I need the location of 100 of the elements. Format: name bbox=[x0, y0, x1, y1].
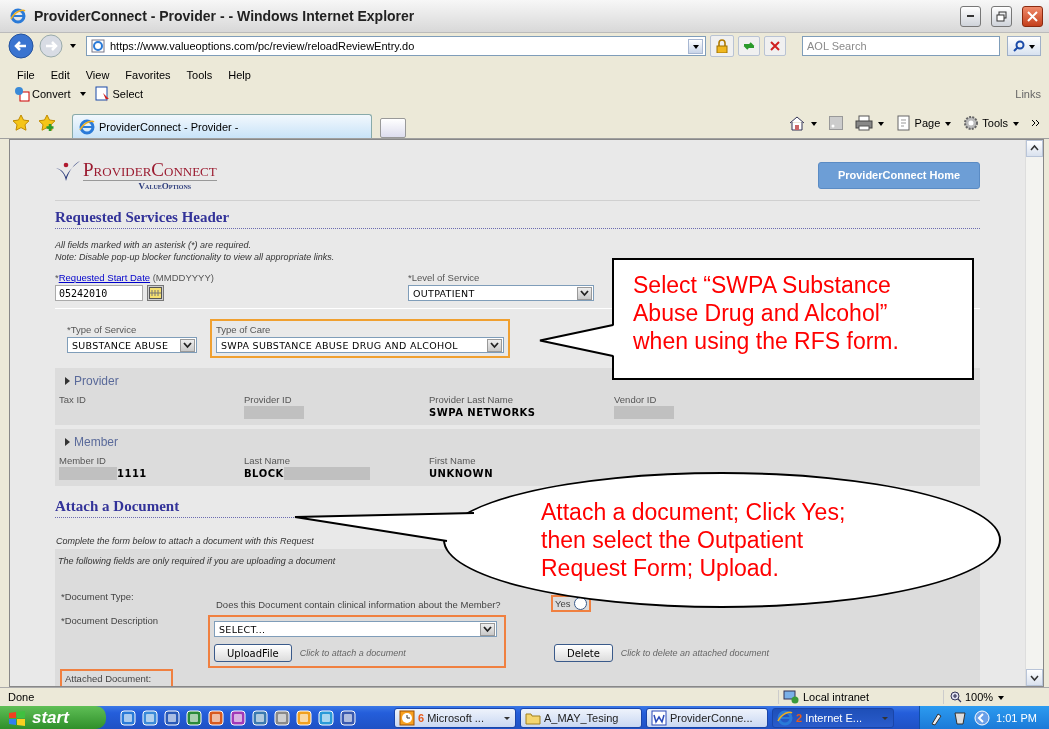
network-icon bbox=[783, 690, 799, 705]
scroll-up-button[interactable] bbox=[1026, 140, 1043, 158]
app-icon[interactable] bbox=[208, 709, 224, 726]
refresh-button[interactable] bbox=[738, 36, 760, 57]
field-label: *Document Description bbox=[60, 615, 160, 627]
collapse-icon[interactable] bbox=[974, 709, 991, 726]
home-icon bbox=[787, 115, 806, 132]
close-button[interactable] bbox=[1022, 5, 1043, 27]
menu-item[interactable]: Tools bbox=[186, 68, 213, 81]
close-icon bbox=[1027, 10, 1038, 22]
caret-icon bbox=[183, 341, 192, 350]
clock: 1:01 PM bbox=[996, 711, 1037, 724]
dropdown-button[interactable] bbox=[688, 38, 703, 54]
menu-item[interactable]: File bbox=[17, 68, 35, 81]
expand-icon[interactable] bbox=[65, 438, 70, 447]
dropdown[interactable]: OUTPATIENT bbox=[408, 285, 594, 302]
toolbar-button[interactable]: Select bbox=[94, 86, 144, 103]
page-icon bbox=[91, 39, 105, 54]
zone-text: Local intranet bbox=[803, 691, 870, 704]
field-label: Last Name bbox=[244, 455, 291, 467]
back-button[interactable] bbox=[8, 33, 34, 60]
minimize-button[interactable] bbox=[960, 5, 981, 27]
app-icon[interactable] bbox=[164, 709, 180, 726]
address-field[interactable]: https://www.valueoptions.com/pc/review/reloadReviewEntry.do bbox=[86, 36, 706, 57]
zoom-button[interactable]: 100% bbox=[943, 690, 1013, 705]
hint-text: Click to delete an attached document bbox=[620, 648, 769, 659]
taskbar-button[interactable]: ProviderConne... bbox=[646, 707, 768, 728]
date-link[interactable]: Requested Start Date bbox=[58, 272, 151, 284]
browser-tab[interactable]: ProviderConnect - Provider - bbox=[72, 114, 372, 139]
menu-item[interactable]: Help bbox=[228, 68, 251, 81]
taskbar-button[interactable]: 2 Internet E... bbox=[772, 707, 894, 728]
scrollbar[interactable] bbox=[1025, 140, 1043, 687]
dropdown[interactable]: SUBSTANCE ABUSE bbox=[67, 337, 197, 354]
window-title: ProviderConnect - Provider - - Windows Internet Explorer bbox=[34, 8, 415, 25]
new-tab-button[interactable] bbox=[380, 118, 406, 139]
field-value: UNKNOWN bbox=[429, 468, 493, 480]
feed-icon bbox=[828, 116, 843, 131]
field-label: Type of Care bbox=[216, 324, 272, 336]
page-icon bbox=[895, 115, 912, 132]
caret-icon bbox=[808, 119, 817, 128]
links-button[interactable]: Links bbox=[1015, 88, 1043, 101]
section-title: Requested Services Header bbox=[55, 209, 980, 230]
field-label: Vendor ID bbox=[614, 394, 658, 406]
panel-title[interactable]: Provider bbox=[74, 374, 119, 389]
taskbar-button[interactable]: A_MAY_Tesing bbox=[520, 707, 642, 728]
field-value: SWPA NETWORKS bbox=[429, 407, 536, 419]
browser-icon bbox=[79, 118, 95, 135]
app-icon[interactable] bbox=[340, 709, 356, 726]
caret-icon bbox=[490, 341, 499, 350]
field-label: *Type of Service bbox=[67, 324, 138, 336]
restore-button[interactable] bbox=[991, 5, 1012, 27]
field-label: Tax ID bbox=[59, 394, 87, 406]
toolbar-button[interactable]: Convert bbox=[14, 86, 71, 103]
field-label: Member ID bbox=[59, 455, 107, 467]
taskbar-button[interactable]: 6 Microsoft ... bbox=[394, 707, 516, 728]
menu-item[interactable]: Favorites bbox=[125, 68, 171, 81]
scroll-down-button[interactable] bbox=[1026, 669, 1043, 687]
caret-icon bbox=[996, 693, 1007, 702]
field-label: First Name bbox=[429, 455, 477, 467]
app-icon[interactable] bbox=[186, 709, 202, 726]
search-button[interactable] bbox=[1007, 36, 1041, 57]
app-icon[interactable] bbox=[296, 709, 312, 726]
padlock-icon bbox=[715, 39, 729, 54]
home-button[interactable] bbox=[787, 115, 817, 132]
tools-menu[interactable]: Tools bbox=[963, 115, 1019, 132]
favorites-star-icon[interactable] bbox=[12, 114, 30, 133]
menu-item[interactable]: View bbox=[85, 68, 110, 81]
tray-icon bbox=[952, 709, 969, 726]
panel-title[interactable]: Member bbox=[74, 435, 118, 450]
add-favorite-icon[interactable] bbox=[38, 114, 56, 133]
menu-item[interactable]: Edit bbox=[50, 68, 70, 81]
dropdown[interactable]: SELECT... bbox=[214, 621, 497, 638]
app-icon[interactable] bbox=[230, 709, 246, 726]
search-icon bbox=[1013, 40, 1025, 53]
print-button[interactable] bbox=[854, 115, 884, 132]
app-icon[interactable] bbox=[120, 709, 136, 726]
note-text: Note: Disable pop-up blocker functionality to view all appropriate links. bbox=[55, 252, 336, 263]
printer-icon bbox=[854, 115, 873, 132]
app-icon[interactable] bbox=[274, 709, 290, 726]
app-icon[interactable] bbox=[318, 709, 334, 726]
stop-button[interactable] bbox=[764, 36, 786, 57]
date-field[interactable]: 05242010 bbox=[55, 285, 143, 302]
gear-icon bbox=[963, 115, 980, 132]
search-field[interactable]: AOL Search bbox=[802, 36, 1000, 57]
calendar-button[interactable] bbox=[147, 285, 164, 302]
upload-button[interactable]: UploadFile bbox=[214, 644, 292, 663]
caret-icon bbox=[1011, 119, 1019, 128]
dropdown[interactable]: SWPA SUBSTANCE ABUSE DRUG AND ALCOHOL bbox=[216, 337, 504, 354]
app-icon[interactable] bbox=[142, 709, 158, 726]
status-text: Done bbox=[8, 691, 36, 704]
field-label: *Level of Service bbox=[408, 272, 481, 284]
page-menu[interactable]: Page bbox=[895, 115, 952, 132]
chevron-icon[interactable] bbox=[1031, 118, 1041, 129]
expand-icon[interactable] bbox=[65, 377, 70, 386]
browser-icon bbox=[10, 8, 26, 25]
minimize-icon bbox=[967, 15, 974, 18]
app-icon[interactable] bbox=[252, 709, 268, 726]
document-icon bbox=[651, 709, 667, 726]
caret-icon bbox=[580, 289, 589, 298]
delete-button[interactable]: Delete bbox=[554, 644, 613, 663]
